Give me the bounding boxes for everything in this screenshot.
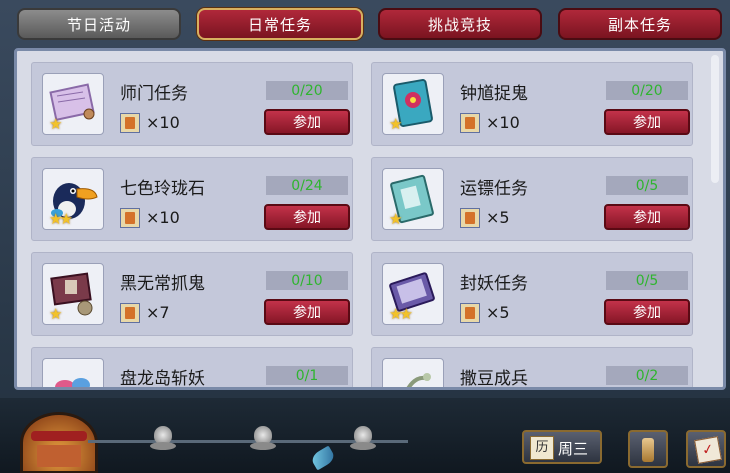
tab-festival[interactable]: 节日活动 xyxy=(17,8,181,40)
task-card: ★★ 封妖任务 ×5 0/5 参加 xyxy=(371,252,693,336)
tab-daily[interactable]: 日常任务 xyxy=(197,8,363,40)
task-title: 黑无常抓鬼 xyxy=(120,274,205,294)
join-button[interactable]: 参加 xyxy=(264,204,350,230)
star-rating-icon: ★ xyxy=(389,115,403,133)
checklist-icon: ✓ xyxy=(694,436,722,464)
ghost-scroll-icon: ★ xyxy=(382,73,444,135)
task-progress: 0/10 xyxy=(266,271,348,290)
task-title: 钟馗捉鬼 xyxy=(460,84,528,104)
reward-scroll-icon xyxy=(460,208,480,228)
join-button[interactable]: 参加 xyxy=(264,299,350,325)
ghost-stamp-icon: ★ xyxy=(42,263,104,325)
star-rating-icon: ★★ xyxy=(49,210,73,228)
reward-count: ×10 xyxy=(486,113,520,132)
star-rating-icon: ★★ xyxy=(389,305,413,323)
join-button[interactable]: 参加 xyxy=(264,109,350,135)
sealed-book-icon: ★★ xyxy=(382,263,444,325)
task-progress: 0/2 xyxy=(606,366,688,385)
task-progress: 0/5 xyxy=(606,271,688,290)
reward-scroll-icon xyxy=(120,208,140,228)
task-title: 封妖任务 xyxy=(460,274,528,294)
bottom-bar: 历 周三 ✓ xyxy=(0,398,730,473)
task-title: 撒豆成兵 xyxy=(460,369,528,389)
tab-challenge[interactable]: 挑战竞技 xyxy=(378,8,542,40)
task-title: 七色玲珑石 xyxy=(120,179,205,199)
join-button[interactable]: 参加 xyxy=(604,109,690,135)
reward-count: ×7 xyxy=(146,303,170,322)
tab-dungeon[interactable]: 副本任务 xyxy=(558,8,722,40)
reward-count: ×5 xyxy=(486,303,510,322)
reward-scroll-icon xyxy=(120,303,140,323)
star-rating-icon: ★ xyxy=(49,305,63,323)
task-title: 师门任务 xyxy=(120,84,188,104)
reward-count: ×10 xyxy=(146,208,180,227)
reward-count: ×5 xyxy=(486,208,510,227)
task-card: ★★ 七色玲珑石 ×10 0/24 参加 xyxy=(31,157,353,241)
task-card: ★ 黑无常抓鬼 ×7 0/10 参加 xyxy=(31,252,353,336)
task-card: ★ 钟馗捉鬼 ×10 0/20 参加 xyxy=(371,62,693,146)
reward-scroll-icon xyxy=(120,113,140,133)
escort-book-icon: ★ xyxy=(382,168,444,230)
calendar-icon: 历 xyxy=(530,436,554,460)
star-rating-icon: ★ xyxy=(389,210,403,228)
checklist-button[interactable]: ✓ xyxy=(686,430,726,468)
calendar-day-label: 周三 xyxy=(558,440,589,458)
task-progress: 0/1 xyxy=(266,366,348,385)
treasure-icon xyxy=(42,358,104,387)
beans-icon xyxy=(382,358,444,387)
calendar-button[interactable]: 历 周三 xyxy=(522,430,602,464)
scroll-roll-icon xyxy=(642,438,654,462)
bell-icon[interactable] xyxy=(150,426,176,456)
bell-icon[interactable] xyxy=(350,426,376,456)
task-progress: 0/20 xyxy=(606,81,688,100)
toucan-icon: ★★ xyxy=(42,168,104,230)
task-progress: 0/24 xyxy=(266,176,348,195)
reward-count: ×10 xyxy=(146,113,180,132)
task-title: 盘龙岛斩妖 xyxy=(120,369,205,389)
feather-icon xyxy=(309,445,337,471)
reward-scroll-icon xyxy=(460,113,480,133)
task-title: 运镖任务 xyxy=(460,179,528,199)
task-progress: 0/5 xyxy=(606,176,688,195)
task-card: ★ 运镖任务 ×5 0/5 参加 xyxy=(371,157,693,241)
game-screen: 节日活动 日常任务 挑战竞技 副本任务 ★ 师门任务 ×10 0/20 参加 ★… xyxy=(0,0,730,473)
task-card: 撒豆成兵 0/2 xyxy=(371,347,693,389)
task-progress: 0/20 xyxy=(266,81,348,100)
join-button[interactable]: 参加 xyxy=(604,204,690,230)
temple-icon[interactable] xyxy=(20,412,98,473)
scroll-button[interactable] xyxy=(628,430,668,468)
star-rating-icon: ★ xyxy=(49,115,63,133)
scrollbar[interactable] xyxy=(711,55,719,183)
task-list-panel[interactable]: ★ 师门任务 ×10 0/20 参加 ★ 钟馗捉鬼 ×10 0/20 参加 ★★… xyxy=(14,48,726,390)
task-card: ★ 师门任务 ×10 0/20 参加 xyxy=(31,62,353,146)
reward-scroll-icon xyxy=(460,303,480,323)
join-button[interactable]: 参加 xyxy=(604,299,690,325)
scroll-icon: ★ xyxy=(42,73,104,135)
bell-icon[interactable] xyxy=(250,426,276,456)
task-card: 盘龙岛斩妖 0/1 xyxy=(31,347,353,389)
